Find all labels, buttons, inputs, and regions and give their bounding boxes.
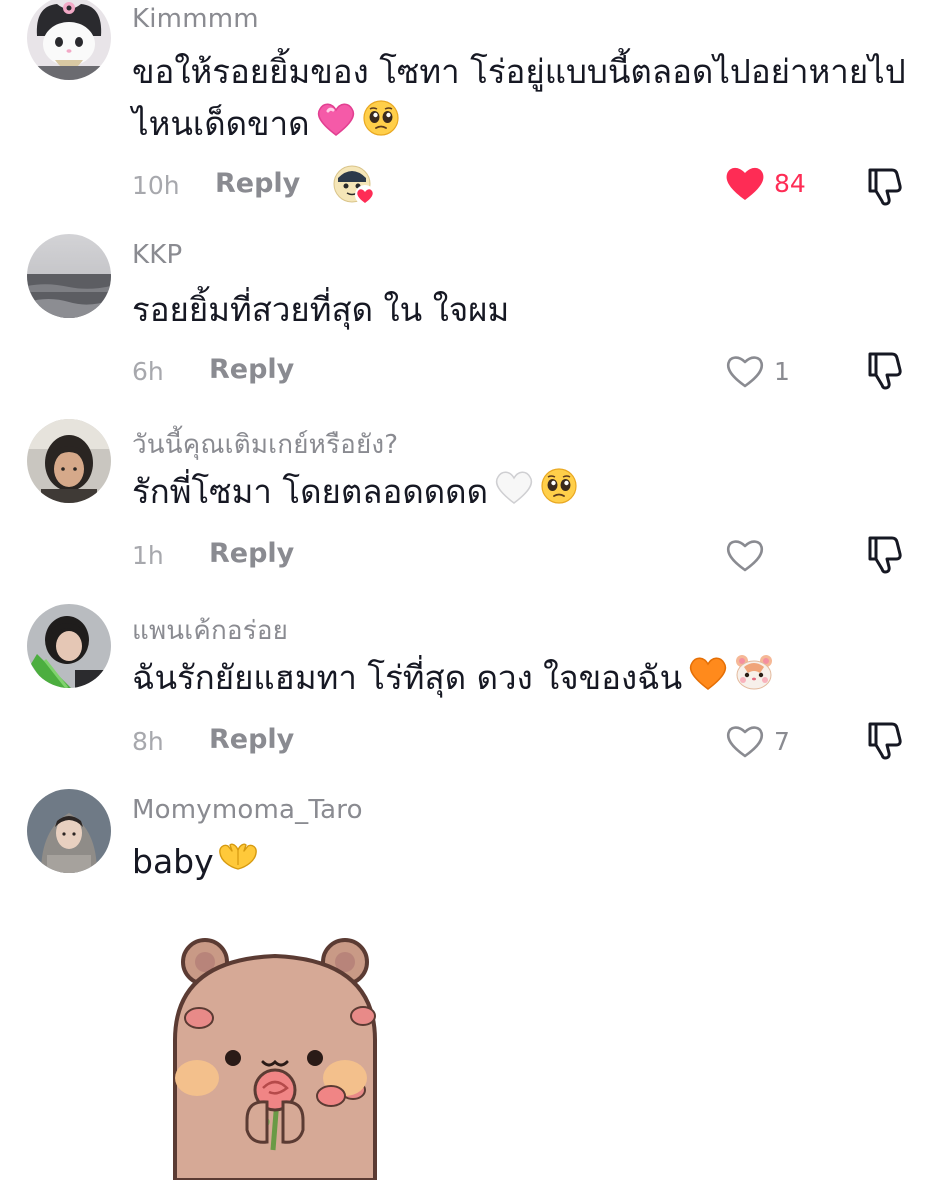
comment-username[interactable]: KKP bbox=[132, 240, 182, 270]
white-heart-icon bbox=[494, 468, 534, 520]
avatar[interactable] bbox=[27, 419, 111, 503]
heart-filled-icon bbox=[726, 167, 764, 200]
creator-avatar-icon bbox=[333, 165, 375, 205]
avatar[interactable] bbox=[27, 789, 111, 873]
dislike-button[interactable] bbox=[862, 348, 906, 392]
comment-text-container: baby bbox=[132, 836, 260, 890]
comment-time: 1h bbox=[132, 541, 164, 570]
like-button[interactable]: 7 bbox=[724, 722, 790, 760]
avatar-person-image bbox=[27, 419, 111, 503]
pleading-face-icon bbox=[362, 99, 400, 152]
like-button[interactable] bbox=[724, 536, 774, 574]
comment-username[interactable]: วันนี้คุณเติมเกย์หรือยัง? bbox=[132, 424, 398, 465]
dislike-button[interactable] bbox=[862, 164, 906, 208]
avatar[interactable] bbox=[27, 0, 111, 80]
comment-text-container: ฉันรักยัยแฮมทา โร่ที่สุด ดวง ใจของฉัน bbox=[132, 652, 774, 706]
comment-text-line1: ขอให้รอยยิ้มของ โซทา โร่อยู่แบบนี้ตลอดไป… bbox=[132, 52, 906, 91]
comment-text: ฉันรักยัยแฮมทา โร่ที่สุด ดวง ใจของฉัน bbox=[132, 658, 683, 697]
comment-text: baby bbox=[132, 842, 214, 881]
heart-outline-icon bbox=[726, 356, 764, 388]
avatar[interactable] bbox=[27, 234, 111, 318]
comment-text-line2-container: ไหนเด็ดขาด bbox=[132, 98, 400, 152]
avatar-person-image bbox=[27, 789, 111, 873]
avatar[interactable] bbox=[27, 604, 111, 688]
thumbs-down-icon bbox=[868, 536, 902, 574]
comment-time: 8h bbox=[132, 727, 164, 756]
heart-hands-icon bbox=[216, 838, 260, 890]
comment-time: 6h bbox=[132, 357, 164, 386]
avatar-kuromi-image bbox=[27, 0, 111, 80]
pink-heart-icon bbox=[316, 100, 356, 152]
comment-text: รักพี่โซมา โดยตลอดดดด bbox=[132, 472, 489, 511]
creator-liked-badge bbox=[332, 164, 376, 208]
comment-username[interactable]: Momymoma_Taro bbox=[132, 795, 363, 825]
dislike-button[interactable] bbox=[862, 532, 906, 576]
comment-text-line2: ไหนเด็ดขาด bbox=[132, 104, 310, 143]
avatar-sea-image bbox=[27, 234, 111, 318]
like-button[interactable]: 1 bbox=[724, 352, 790, 390]
reply-button[interactable]: Reply bbox=[209, 538, 294, 569]
hamster-face-icon bbox=[734, 653, 774, 706]
dislike-button[interactable] bbox=[862, 718, 906, 762]
pleading-face-icon bbox=[540, 467, 578, 520]
like-count: 1 bbox=[774, 356, 790, 386]
heart-icon bbox=[355, 185, 375, 205]
orange-heart-icon bbox=[688, 654, 728, 706]
reply-button[interactable]: Reply bbox=[209, 724, 294, 755]
heart-outline-icon bbox=[726, 726, 764, 758]
like-count: 84 bbox=[774, 168, 806, 198]
avatar-person-image bbox=[27, 604, 111, 688]
heart-outline-icon bbox=[726, 540, 764, 572]
bear-holding-rose-sticker bbox=[155, 930, 395, 1182]
comment-text-container: รักพี่โซมา โดยตลอดดดด bbox=[132, 466, 578, 520]
thumbs-down-icon bbox=[868, 352, 902, 390]
thumbs-down-icon bbox=[868, 168, 902, 206]
thumbs-down-icon bbox=[868, 722, 902, 760]
like-count: 7 bbox=[774, 726, 790, 756]
comment-time: 10h bbox=[132, 171, 180, 200]
comment-username[interactable]: แพนเค้กอร่อย bbox=[132, 610, 288, 651]
reply-button[interactable]: Reply bbox=[209, 354, 294, 385]
comment-text: รอยยิ้มที่สวยที่สุด ใน ใจผม bbox=[132, 290, 510, 329]
reply-button[interactable]: Reply bbox=[215, 168, 300, 199]
bear-sticker-image bbox=[173, 938, 377, 1182]
comment-username[interactable]: Kimmmm bbox=[132, 4, 259, 34]
like-button[interactable]: 84 bbox=[724, 164, 806, 202]
